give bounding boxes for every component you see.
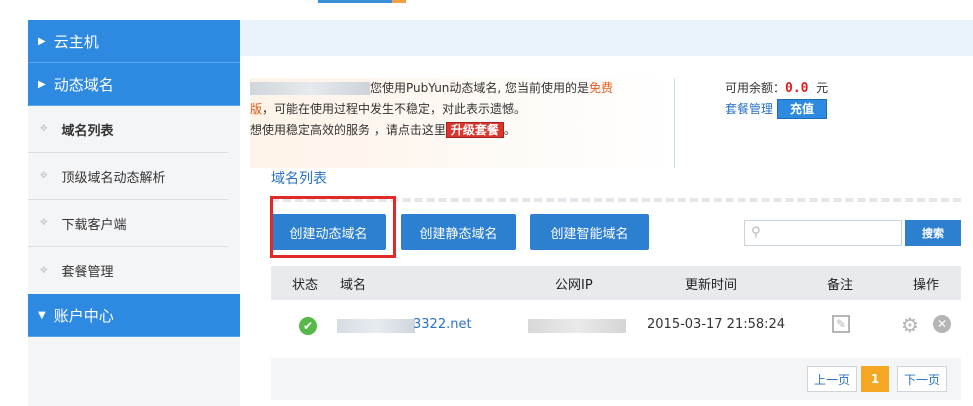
header-domain: 域名 [340,277,367,293]
triangle-down-icon: ▼ [38,309,46,321]
top-tab-indicator [318,0,392,3]
search-icon: ⚲ [751,225,761,240]
sidebar-section-label: 云主机 [53,32,99,51]
search-input[interactable]: ⚲ [744,220,902,246]
redacted-domain-prefix [337,319,415,333]
triangle-right-icon: ▶ [38,78,46,90]
sidebar-item-label: 域名列表 [61,123,114,139]
status-ok-icon: ✔ [299,317,317,335]
main-header-bar [240,20,973,56]
header-public-ip: 公网IP [555,277,593,293]
sidebar-item-plan-management[interactable]: ✥ 套餐管理 [28,247,228,294]
sidebar: ▶ 云主机 ▶ 动态域名 ✥ 域名列表 ✥ 顶级域名动态解析 ✥ 下载客户端 ✥… [28,20,240,406]
bullet-icon: ✥ [40,171,48,181]
sidebar-item-download-client[interactable]: ✥ 下载客户端 [28,200,228,247]
close-icon[interactable]: ✕ [933,315,951,333]
gear-icon[interactable]: ⚙ [901,313,919,337]
sidebar-section-label: 动态域名 [53,75,114,94]
sidebar-section-cloud-host[interactable]: ▶ 云主机 [28,20,240,63]
header-status: 状态 [292,277,319,293]
notice-text: ，可能在使用过程中发生不稳定，对此表示遗憾。 [262,102,527,116]
balance-label: 可用余额： [725,81,786,95]
page-title: 域名列表 [271,171,327,187]
sidebar-item-label: 顶级域名动态解析 [61,170,166,186]
prev-page-button[interactable]: 上一页 [807,366,857,392]
sidebar-section-account-center[interactable]: ▼ 账户中心 [28,294,240,337]
main-content: 您使用PubYun动态域名, 您当前使用的是免费 版，可能在使用过程中发生不稳定… [240,20,973,406]
next-page-button[interactable]: 下一页 [897,366,947,392]
bullet-icon: ✥ [40,218,48,228]
domain-link[interactable]: 3322.net [413,317,472,332]
bullet-icon: ✥ [40,124,48,134]
notice-text: 。 [503,123,516,137]
update-time: 2015-03-17 21:58:24 [647,317,786,332]
header-update-time: 更新时间 [685,277,738,293]
sidebar-section-dynamic-domain[interactable]: ▶ 动态域名 [28,63,240,106]
balance-unit: 元 [816,81,829,95]
notice-edition-label: 版 [250,102,263,116]
sidebar-section-label: 账户中心 [53,306,114,325]
upgrade-notice: 您使用PubYun动态域名, 您当前使用的是免费 版，可能在使用过程中发生不稳定… [250,78,675,168]
upgrade-plan-button[interactable]: 升级套餐 [445,122,504,138]
notice-free-label: 免费 [589,81,614,95]
balance-amount: 0.0 [785,81,809,96]
sidebar-item-label: 下载客户端 [61,217,127,233]
redacted-username [250,82,370,95]
sidebar-item-label: 套餐管理 [61,265,114,280]
current-page-button[interactable]: 1 [861,366,889,392]
header-actions: 操作 [913,277,940,293]
create-static-domain-button[interactable]: 创建静态域名 [401,214,516,250]
create-smart-domain-button[interactable]: 创建智能域名 [530,214,649,250]
sidebar-item-domain-list[interactable]: ✥ 域名列表 [28,106,228,153]
notice-text: 想使用稳定高效的服务 ，请点击这里 [250,123,446,137]
highlight-box [270,196,396,258]
edit-icon[interactable]: ✎ [832,315,850,333]
recharge-button[interactable]: 充值 [777,99,828,119]
search-button[interactable]: 搜索 [905,220,961,246]
header-note: 备注 [827,277,854,293]
table-row: ✔ 3322.net 2015-03-17 21:58:24 ✎ ⚙ ✕ [271,306,961,348]
plan-management-link[interactable]: 套餐管理 [725,102,773,116]
top-tab-indicator-accent [392,0,406,3]
balance-panel: 可用余额：0.0 元 套餐管理 充值 [725,78,925,120]
top-strip [0,0,973,20]
bullet-icon: ✥ [40,265,48,276]
table-header: 状态 域名 公网IP 更新时间 备注 操作 [271,266,961,300]
notice-text: 您使用PubYun动态域名, 您当前使用的是 [370,81,590,95]
sidebar-item-toplevel-dns[interactable]: ✥ 顶级域名动态解析 [28,153,228,200]
pagination: 上一页 1 下一页 [271,358,961,400]
triangle-right-icon: ▶ [38,35,46,47]
redacted-public-ip [528,319,626,333]
